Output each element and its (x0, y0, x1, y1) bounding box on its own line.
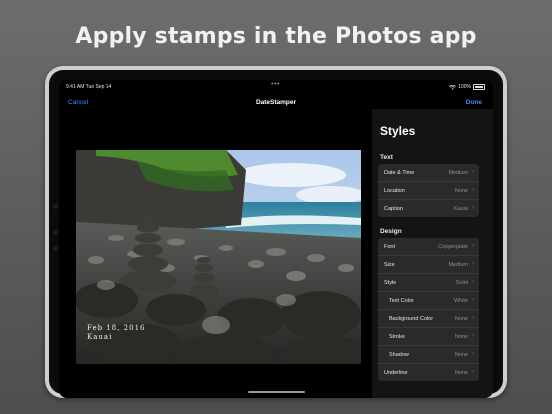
row-label: Location (384, 187, 405, 194)
chevron-right-icon: › (472, 333, 474, 339)
row-location[interactable]: Location None › (378, 182, 479, 200)
home-indicator[interactable] (248, 391, 305, 393)
row-value: Medium (448, 261, 468, 268)
row-value: None (454, 315, 468, 322)
row-label: Caption (384, 205, 403, 212)
photo-preview-area: Feb 18, 2016 Kauai (59, 112, 370, 398)
status-time: 9:41 AM Tue Sep 14 (66, 84, 112, 90)
row-label: Shadow (389, 351, 409, 358)
row-value: None (454, 333, 468, 340)
chevron-right-icon: › (472, 243, 474, 249)
row-caption[interactable]: Caption Kauai › (378, 200, 479, 217)
chevron-right-icon: › (472, 297, 474, 303)
row-label: Date & Time (384, 169, 415, 176)
side-dot (53, 246, 58, 251)
more-dots-icon[interactable]: ••• (271, 81, 280, 88)
chevron-right-icon: › (472, 315, 474, 321)
row-size[interactable]: Size Medium › (378, 256, 479, 274)
row-background-color[interactable]: Background Color None › (378, 310, 479, 328)
row-value: Solid (455, 279, 468, 286)
chevron-right-icon: › (472, 187, 474, 193)
row-value: Copperplate (438, 243, 468, 250)
styles-title: Styles (380, 124, 416, 138)
row-value: None (454, 187, 468, 194)
chevron-right-icon: › (472, 169, 474, 175)
done-button[interactable]: Done (466, 99, 482, 106)
ipad-frame: 9:41 AM Tue Sep 14 ••• 100% Cancel DateS… (45, 66, 507, 398)
app-screen: 9:41 AM Tue Sep 14 ••• 100% Cancel DateS… (59, 80, 493, 398)
wifi-icon (449, 84, 457, 90)
row-shadow[interactable]: Shadow None › (378, 346, 479, 364)
promo-headline: Apply stamps in the Photos app (75, 24, 477, 49)
row-label: Size (384, 261, 395, 268)
row-font[interactable]: Font Copperplate › (378, 238, 479, 256)
styles-sidebar: Styles Text Date & Time Medium › Locatio… (372, 109, 493, 398)
row-value: Kauai (453, 205, 468, 212)
battery-icon (473, 84, 485, 90)
row-label: Font (384, 243, 396, 250)
battery-percent: 100% (458, 84, 471, 90)
row-text-color[interactable]: Text Color White › (378, 292, 479, 310)
row-underline[interactable]: Underline None › (378, 364, 479, 381)
status-indicators: 100% (449, 84, 485, 90)
chevron-right-icon: › (472, 351, 474, 357)
chevron-right-icon: › (472, 261, 474, 267)
row-value: Medium (448, 169, 468, 176)
row-label: Underline (384, 369, 408, 376)
design-settings-group: Font Copperplate › Size Medium › Style S… (378, 238, 479, 381)
row-label: Style (384, 279, 397, 286)
row-value: None (454, 351, 468, 358)
row-label: Background Color (389, 315, 434, 322)
row-stroke[interactable]: Stroke None › (378, 328, 479, 346)
row-value: White (453, 297, 468, 304)
row-style[interactable]: Style Solid › (378, 274, 479, 292)
section-header-text: Text (380, 154, 393, 161)
side-dot (53, 230, 58, 235)
chevron-right-icon: › (472, 205, 474, 211)
cancel-button[interactable]: Cancel (68, 99, 88, 106)
nav-title: DateStamper (255, 99, 297, 106)
row-label: Text Color (389, 297, 414, 304)
caption-place: Kauai (87, 333, 113, 341)
navigation-bar: Cancel DateStamper Done (59, 95, 493, 109)
side-dot (53, 204, 58, 209)
date-stamp-caption: Feb 18, 2016 Kauai (87, 324, 146, 342)
status-bar: 9:41 AM Tue Sep 14 ••• 100% (59, 80, 493, 92)
caption-date: Feb 18, 2016 (87, 324, 146, 332)
section-header-design: Design (380, 228, 402, 235)
text-settings-group: Date & Time Medium › Location None › Cap… (378, 164, 479, 217)
row-label: Stroke (389, 333, 405, 340)
chevron-right-icon: › (472, 279, 474, 285)
chevron-right-icon: › (472, 369, 474, 375)
row-date-time[interactable]: Date & Time Medium › (378, 164, 479, 182)
row-value: None (454, 369, 468, 376)
